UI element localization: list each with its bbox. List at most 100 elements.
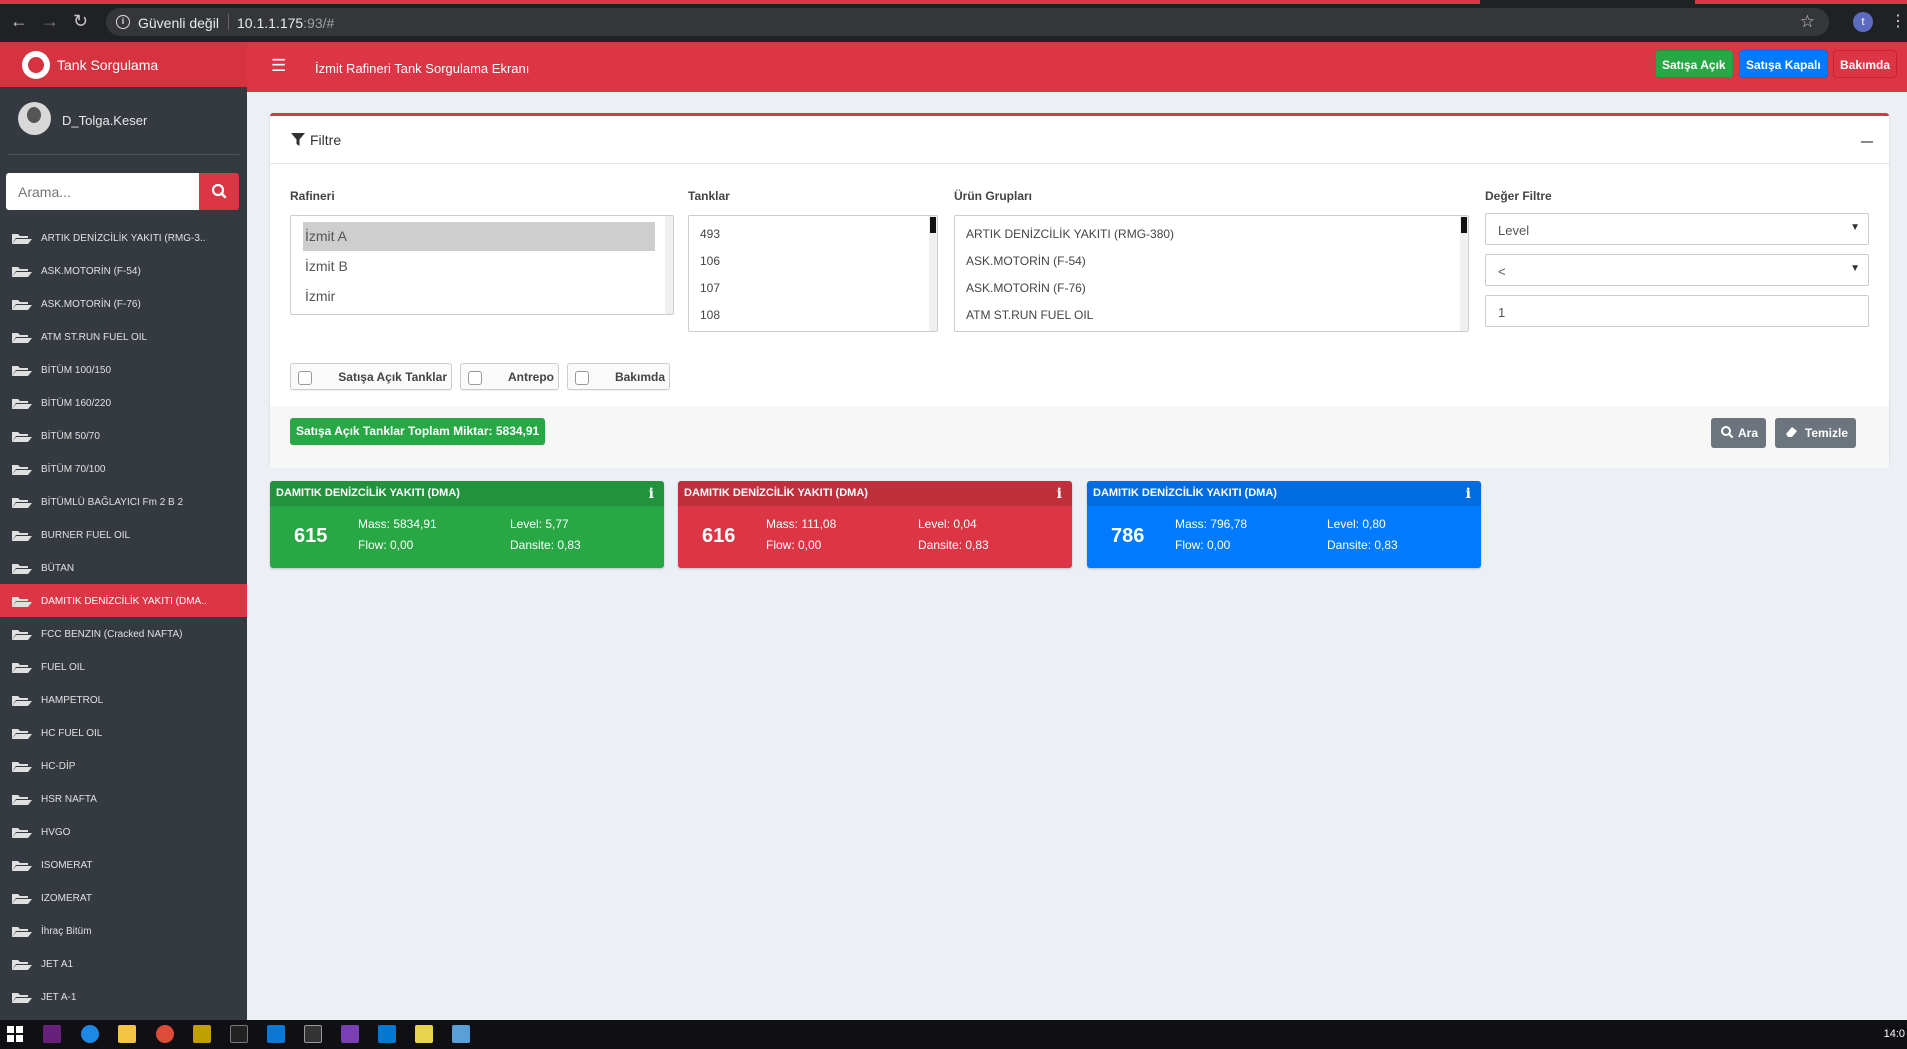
checkbox-icon[interactable] xyxy=(575,371,589,385)
chrome-icon[interactable] xyxy=(156,1025,174,1043)
browser-menu-icon[interactable]: ⋮ xyxy=(1890,11,1906,31)
tank-card[interactable]: DAMITIK DENİZCİLİK YAKITI (DMA) i 615 Ma… xyxy=(270,481,664,568)
filter-title: Filtre xyxy=(310,132,342,148)
sidebar-item[interactable]: ASK.MOTORİN (F-76) xyxy=(0,287,247,320)
scroll-thumb[interactable] xyxy=(930,217,936,233)
search-input[interactable] xyxy=(6,173,199,210)
sidebar-item-label: BİTÜM 100/150 xyxy=(41,365,112,376)
taskbar-clock[interactable]: 14:0 xyxy=(1884,1028,1905,1040)
product-group-option[interactable]: ASK.MOTORİN (F-76) xyxy=(966,281,1086,295)
notepad-icon[interactable] xyxy=(415,1025,433,1043)
info-icon[interactable]: i xyxy=(649,486,654,502)
product-group-option[interactable]: ASK.MOTORİN (F-54) xyxy=(966,254,1086,268)
visual-studio-icon[interactable] xyxy=(341,1025,359,1043)
value-field-select[interactable]: Level ▼ xyxy=(1485,213,1869,245)
scroll-thumb[interactable] xyxy=(1461,217,1467,233)
tank-product-name: DAMITIK DENİZCİLİK YAKITI (DMA) xyxy=(1093,487,1277,499)
tank-density: Dansite: 0,83 xyxy=(1327,538,1398,552)
sidebar-item[interactable]: ISOMERAT xyxy=(0,848,247,881)
profile-avatar[interactable]: t xyxy=(1853,12,1873,32)
sidebar-item[interactable]: BURNER FUEL OIL xyxy=(0,518,247,551)
maintenance-checkbox[interactable]: Bakımda xyxy=(567,363,670,390)
file-explorer-icon[interactable] xyxy=(118,1025,136,1043)
sidebar-item[interactable]: ASK.MOTORİN (F-54) xyxy=(0,254,247,287)
info-circle-icon[interactable]: i xyxy=(116,15,130,29)
refinery-listbox[interactable]: İzmit A İzmit B İzmir xyxy=(290,215,674,315)
sidebar-item[interactable]: BİTÜM 50/70 xyxy=(0,419,247,452)
tank-option[interactable]: 108 xyxy=(700,308,720,322)
bookmark-star-icon[interactable]: ☆ xyxy=(1800,12,1815,32)
outlook-icon[interactable] xyxy=(378,1025,396,1043)
webstorm-icon[interactable] xyxy=(230,1025,248,1043)
back-arrow-icon[interactable]: ← xyxy=(10,12,28,30)
closed-for-sale-button[interactable]: Satışa Kapalı xyxy=(1739,50,1828,78)
security-status[interactable]: Güvenli değil xyxy=(138,15,219,31)
maintenance-button[interactable]: Bakımda xyxy=(1833,50,1898,78)
visual-studio-icon[interactable] xyxy=(43,1025,61,1043)
sidebar-item[interactable]: BİTÜM 100/150 xyxy=(0,353,247,386)
scrollbar[interactable] xyxy=(1460,216,1468,331)
sidebar-item[interactable]: HAMPETROL xyxy=(0,683,247,716)
sidebar-item[interactable]: DAMITIK DENİZCİLİK YAKITI (DMA.. xyxy=(0,584,247,617)
sidebar-item[interactable]: FUEL OIL xyxy=(0,650,247,683)
product-group-option[interactable]: ARTIK DENİZCİLİK YAKITI (RMG-380) xyxy=(966,227,1174,241)
refinery-option[interactable]: İzmir xyxy=(305,288,335,304)
checkbox-icon[interactable] xyxy=(298,371,312,385)
sidebar-item[interactable]: HVGO xyxy=(0,815,247,848)
sidebar-item[interactable]: ARTIK DENİZCİLİK YAKITI (RMG-3.. xyxy=(0,221,247,254)
product-group-option[interactable]: ATM ST.RUN FUEL OIL xyxy=(966,308,1093,322)
sidebar-item[interactable]: HC-DİP xyxy=(0,749,247,782)
tank-number: 615 xyxy=(294,525,328,547)
folder-open-icon xyxy=(12,762,32,772)
terminal-icon[interactable] xyxy=(304,1025,322,1043)
bonded-checkbox[interactable]: Antrepo xyxy=(460,363,559,390)
open-for-sale-button[interactable]: Satışa Açık xyxy=(1655,50,1733,78)
refinery-option[interactable]: İzmit A xyxy=(303,222,655,251)
tank-option[interactable]: 106 xyxy=(700,254,720,268)
sidebar-item[interactable]: FCC BENZIN (Cracked NAFTA) xyxy=(0,617,247,650)
sidebar-item[interactable]: BİTÜM 70/100 xyxy=(0,452,247,485)
product-groups-listbox[interactable]: ARTIK DENİZCİLİK YAKITI (RMG-380) ASK.MO… xyxy=(954,215,1469,332)
sidebar-item[interactable]: IZOMERAT xyxy=(0,881,247,914)
app-icon[interactable] xyxy=(193,1025,211,1043)
vscode-icon[interactable] xyxy=(267,1025,285,1043)
search-button[interactable] xyxy=(199,173,239,210)
tanks-listbox[interactable]: 493 106 107 108 xyxy=(688,215,938,332)
search-button[interactable]: Ara xyxy=(1711,418,1766,448)
edge-browser-icon[interactable] xyxy=(81,1025,99,1043)
sidebar-item[interactable]: JET A-1 xyxy=(0,980,247,1013)
sidebar-item[interactable]: BİTÜMLÜ BAĞLAYICI Fm 2 B 2 xyxy=(0,485,247,518)
value-input[interactable]: 1 xyxy=(1485,295,1869,327)
value-operator-select[interactable]: < ▼ xyxy=(1485,254,1869,286)
checkbox-icon[interactable] xyxy=(468,371,482,385)
start-windows-icon[interactable] xyxy=(6,1025,24,1043)
brand-bar[interactable]: Tank Sorgulama xyxy=(0,42,247,87)
collapse-icon[interactable] xyxy=(1861,141,1873,143)
address-bar[interactable]: i Güvenli değil 10.1.1.175:93/# ☆ xyxy=(106,8,1829,36)
hamburger-menu-icon[interactable]: ☰ xyxy=(271,56,286,76)
brand-title[interactable]: Tank Sorgulama xyxy=(57,57,158,73)
tank-card[interactable]: DAMITIK DENİZCİLİK YAKITI (DMA) i 616 Ma… xyxy=(678,481,1072,568)
remote-desktop-icon[interactable] xyxy=(452,1025,470,1043)
info-icon[interactable]: i xyxy=(1466,486,1471,502)
scrollbar[interactable] xyxy=(929,216,937,331)
tank-card[interactable]: DAMITIK DENİZCİLİK YAKITI (DMA) i 786 Ma… xyxy=(1087,481,1481,568)
url-text[interactable]: 10.1.1.175:93/# xyxy=(237,15,334,31)
info-icon[interactable]: i xyxy=(1057,486,1062,502)
sidebar-item[interactable]: JET A1 xyxy=(0,947,247,980)
open-tanks-checkbox[interactable]: Satışa Açık Tanklar xyxy=(290,363,452,390)
scrollbar[interactable] xyxy=(665,216,673,314)
refinery-option[interactable]: İzmit B xyxy=(305,258,348,274)
reload-icon[interactable]: ↻ xyxy=(73,12,88,30)
sidebar-item[interactable]: İhraç Bitüm xyxy=(0,914,247,947)
forward-arrow-icon[interactable]: → xyxy=(41,12,59,30)
sidebar-item[interactable]: ATM ST.RUN FUEL OIL xyxy=(0,320,247,353)
sidebar-item[interactable]: HC FUEL OIL xyxy=(0,716,247,749)
sidebar-item[interactable]: BÜTAN xyxy=(0,551,247,584)
sidebar-item[interactable]: BİTÜM 160/220 xyxy=(0,386,247,419)
tank-option[interactable]: 493 xyxy=(700,227,720,241)
clear-button[interactable]: Temizle xyxy=(1775,418,1856,448)
tank-option[interactable]: 107 xyxy=(700,281,720,295)
sidebar-item[interactable]: HSR NAFTA xyxy=(0,782,247,815)
user-name[interactable]: D_Tolga.Keser xyxy=(62,113,147,128)
